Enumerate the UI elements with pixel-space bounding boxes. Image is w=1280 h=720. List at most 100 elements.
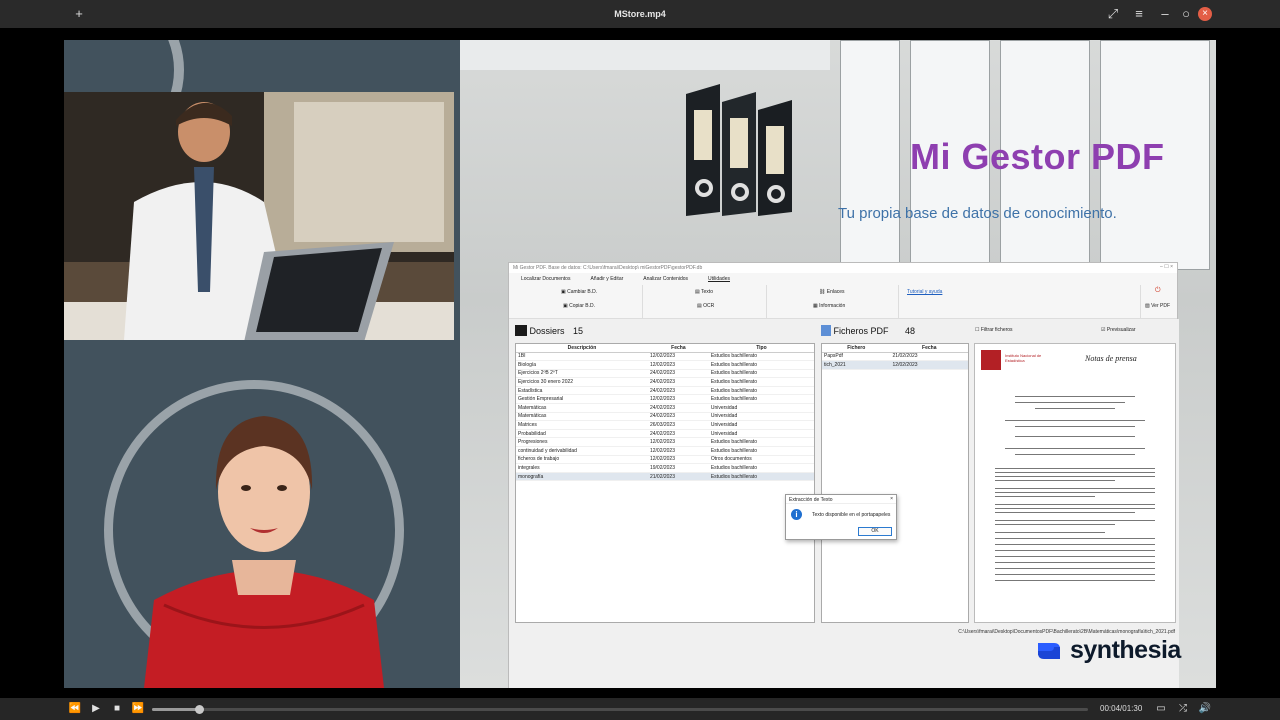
dossier-row[interactable]: Probabilidad 24/02/2023 Universidad (516, 429, 814, 439)
dossier-row[interactable]: Matemáticas 24/02/2023 Universidad (516, 412, 814, 422)
table-cell: Estadística (516, 386, 648, 396)
table-cell: 21/02/2023 (890, 352, 968, 362)
dossiers-header: Dossiers 15 (515, 325, 583, 336)
fullscreen-icon[interactable]: ⤢ (1104, 5, 1122, 23)
preview-text-line (1015, 396, 1135, 398)
column-header[interactable]: Tipo (708, 344, 814, 353)
table-cell: Universidad (708, 420, 814, 430)
previsualizar-checkbox[interactable]: ☑ Previsualizar (1101, 327, 1136, 333)
stop-icon[interactable]: ■ (110, 702, 124, 716)
dossiers-count: 15 (573, 326, 584, 336)
filtrar-checkbox[interactable]: ☐ Filtrar ficheros (975, 327, 1013, 333)
dossier-row[interactable]: Ejercicios 2ºB 2ºT 24/02/2023 Estudios bac… (516, 369, 814, 379)
previsualizar-label: Previsualizar (1106, 327, 1136, 333)
menu-icon[interactable]: ≡ (1130, 5, 1148, 23)
tutorial-link[interactable]: Tutorial y ayuda (907, 289, 942, 295)
dossier-row[interactable]: Estadística 24/02/2023 Estudios bachillera… (516, 386, 814, 396)
preview-text-line (995, 468, 1155, 470)
column-header[interactable]: Descripción (516, 344, 648, 353)
dossier-row[interactable]: Progresiones 12/02/2023 Estudios bachiller… (516, 437, 814, 448)
app-window: Mi Gestor PDF. Base de datos: C:\Users\f… (508, 262, 1179, 688)
table-cell: 24/02/2023 (647, 429, 709, 439)
table-cell: ficheros de trabajo (516, 455, 648, 465)
dossier-row[interactable]: ficheros de trabajo 12/02/2023 Otros docum… (516, 455, 814, 465)
column-header[interactable]: Fecha (647, 344, 709, 353)
preview-text-line (995, 562, 1155, 564)
forward-icon[interactable]: ⏩ (131, 702, 145, 716)
player-titlebar: + MStore.mp4 ⤢ ≡ – ○ × (0, 0, 1280, 28)
preview-text-line (995, 556, 1155, 558)
menu-anadir[interactable]: Añadir y Editar (590, 276, 623, 282)
play-icon[interactable]: ▶ (89, 702, 103, 716)
preview-text-line (1005, 448, 1145, 450)
table-cell: continuidad y derivabilidad (516, 446, 648, 456)
presenter-avatar (104, 380, 424, 688)
dossier-row[interactable]: 1BI 12/02/2023 Estudios bachillerato (516, 352, 814, 362)
preview-text-line (1015, 426, 1135, 428)
table-cell: integrales (516, 463, 648, 473)
subtitles-icon[interactable]: ▭ (1154, 702, 1168, 716)
filtrar-label: Filtrar ficheros (980, 327, 1013, 333)
preview-text-line (995, 524, 1115, 526)
column-header[interactable]: Fichero (822, 344, 891, 353)
shuffle-icon[interactable]: ⤮ (1176, 702, 1190, 716)
menu-analizar[interactable]: Analizar Contenidos (643, 276, 688, 282)
volume-icon[interactable]: 🔊 (1198, 702, 1212, 716)
dossier-row[interactable]: integrales 19/02/2023 Estudios bachillerat… (516, 463, 814, 473)
dialog-close-button[interactable]: × (890, 496, 893, 502)
preview-text-line (995, 508, 1155, 510)
table-cell: Ejercicios 2ºB 2ºT (516, 369, 648, 379)
close-icon[interactable]: × (1198, 7, 1212, 21)
seek-handle[interactable] (194, 705, 204, 714)
ver-pdf-button[interactable]: ▨ Ver PDF (1145, 303, 1170, 309)
preview-text-line (995, 496, 1095, 498)
fichero-row[interactable]: tich_2021 12/02/2023 (822, 360, 968, 370)
seek-bar[interactable] (152, 705, 1088, 714)
ribbon-group-info: ⛓ Enlaces ▦ Información (767, 285, 899, 318)
dossier-row[interactable]: Gestión Empresarial 12/02/2023 Estudios ba… (516, 394, 814, 405)
enlaces-button[interactable]: ⛓ Enlaces (819, 289, 845, 295)
dialog-ok-button[interactable]: OK (858, 527, 892, 536)
table-cell: Estudios bachillerato (708, 369, 814, 379)
ficheros-table: Fichero Fecha PapsPdf 21/02/2023 tich_2021 1… (821, 343, 969, 623)
informacion-button[interactable]: ▦ Información (813, 303, 845, 309)
cambiar-bd-button[interactable]: ▣ Cambiar B.D. (561, 289, 597, 295)
dossiers-label: Dossiers (529, 326, 565, 336)
window-pane (840, 40, 900, 270)
ocr-button[interactable]: ▤ OCR (697, 303, 714, 309)
status-path: C:\Users\fmarai\Desktop\DocumentosPDF\Ba… (958, 629, 1175, 635)
menu-utilidades[interactable]: Utilidades (708, 276, 730, 282)
rewind-icon[interactable]: ⏪ (68, 702, 82, 716)
dossier-row[interactable]: continuidad y derivabilidad 12/02/2023 Est… (516, 446, 814, 456)
app-window-controls[interactable]: – ☐ × (1160, 264, 1173, 270)
table-cell: Matemáticas (516, 403, 648, 413)
preview-text-line (995, 550, 1155, 552)
table-cell: Biología (516, 360, 648, 370)
video-frame[interactable]: Mi Gestor PDF Tu propia base de datos de… (64, 40, 1216, 688)
preview-text-line (995, 504, 1155, 506)
ribbon-group-view: ⏻ ▨ Ver PDF (1141, 285, 1177, 318)
dossier-row[interactable]: Matrices 26/03/2023 Universidad (516, 420, 814, 430)
table-cell: Estudios bachillerato (708, 352, 814, 362)
table-cell: Matemáticas (516, 412, 648, 422)
fichero-row[interactable]: PapsPdf 21/02/2023 (822, 352, 968, 362)
dossier-row[interactable]: Biología 12/02/2023 Estudios bachillerato (516, 360, 814, 370)
table-cell: 12/02/2023 (647, 360, 709, 370)
table-cell: Estudios bachillerato (708, 386, 814, 396)
texto-button[interactable]: ▤ Texto (695, 289, 713, 295)
dossier-row[interactable]: monografía 21/02/2023 Estudios bachillerat… (516, 472, 814, 482)
table-cell: Progresiones (516, 437, 648, 448)
minimize-icon[interactable]: – (1156, 5, 1174, 23)
menu-localizar[interactable]: Localizar Documentos (521, 276, 570, 282)
table-cell: Estudios bachillerato (708, 360, 814, 370)
preview-text-line (995, 472, 1155, 474)
dossier-row[interactable]: Ejercicios 30 enero 2022 24/02/2023 Estudi… (516, 377, 814, 387)
app-title: Mi Gestor PDF. Base de datos: C:\Users\f… (513, 265, 703, 271)
copiar-bd-button[interactable]: ▣ Copiar B.D. (563, 303, 595, 309)
dossier-row[interactable]: Matemáticas 24/02/2023 Universidad (516, 403, 814, 413)
maximize-icon[interactable]: ○ (1177, 5, 1195, 23)
table-cell: Otros documentos (708, 455, 814, 465)
ver-pdf-label: Ver PDF (1151, 303, 1171, 309)
column-header[interactable]: Fecha (890, 344, 968, 353)
power-icon[interactable]: ⏻ (1155, 287, 1161, 295)
